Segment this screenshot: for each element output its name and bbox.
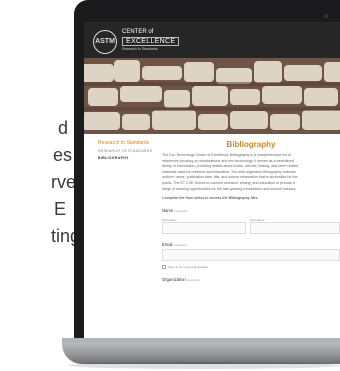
site-header: ASTM CENTER of EXCELLENCE Research to St… bbox=[84, 22, 340, 58]
main-content: Bibliography The Exo Technology Center o… bbox=[162, 140, 340, 282]
email-label: Email (required) bbox=[162, 242, 340, 247]
name-label: Name (required) bbox=[162, 208, 340, 213]
first-name-group: First Name bbox=[162, 215, 246, 235]
sidebar: Research to Standards RESEARCH TO STANDA… bbox=[98, 140, 154, 160]
organization-label-text: Organization bbox=[162, 277, 186, 283]
sidebar-item-research[interactable]: RESEARCH TO STANDARDS bbox=[98, 149, 154, 153]
first-name-input[interactable] bbox=[162, 222, 246, 235]
page-title: Bibliography bbox=[226, 140, 276, 149]
sidebar-item-bibliography[interactable]: BIBLIOGRAPHY bbox=[98, 156, 154, 160]
logo-center-of: CENTER of bbox=[122, 29, 154, 35]
newsletter-checkbox-row[interactable]: Sign up for news and updates bbox=[162, 265, 340, 270]
name-fields: First Name Last Name bbox=[162, 215, 340, 235]
email-input[interactable] bbox=[162, 249, 340, 262]
webcam-icon bbox=[324, 14, 328, 18]
required-note: (required) bbox=[186, 278, 200, 283]
description-line: range of learning opportunities for the … bbox=[162, 186, 297, 191]
email-label-text: Email bbox=[162, 242, 173, 248]
logo-excellence: EXCELLENCE bbox=[126, 38, 176, 45]
organization-label: Organization (required) bbox=[162, 277, 340, 282]
center-of-excellence-logo[interactable]: CENTER of EXCELLENCE Research to Standar… bbox=[122, 29, 180, 53]
last-name-input[interactable] bbox=[250, 222, 340, 235]
required-note: (required) bbox=[173, 243, 187, 248]
logo-excellence-box: EXCELLENCE bbox=[122, 37, 180, 46]
newsletter-checkbox[interactable] bbox=[162, 265, 166, 270]
sidebar-section-title[interactable]: Research to Standards bbox=[98, 140, 154, 146]
form-instruction: Complete the form below to access the Bi… bbox=[162, 196, 259, 201]
last-name-group: Last Name bbox=[250, 215, 340, 235]
laptop-screen: ASTM CENTER of EXCELLENCE Research to St… bbox=[84, 22, 340, 342]
laptop-shadow bbox=[68, 362, 340, 369]
logo-tagline: Research to Standards bbox=[122, 47, 158, 51]
laptop-base-lip bbox=[62, 338, 340, 343]
required-note: (required) bbox=[174, 209, 188, 214]
hero-image bbox=[84, 58, 340, 134]
name-label-text: Name bbox=[162, 208, 174, 214]
laptop: ASTM CENTER of EXCELLENCE Research to St… bbox=[62, 0, 340, 371]
books-image bbox=[84, 58, 340, 134]
astm-logo[interactable]: ASTM bbox=[93, 30, 117, 54]
newsletter-checkbox-label: Sign up for news and updates bbox=[168, 265, 208, 270]
